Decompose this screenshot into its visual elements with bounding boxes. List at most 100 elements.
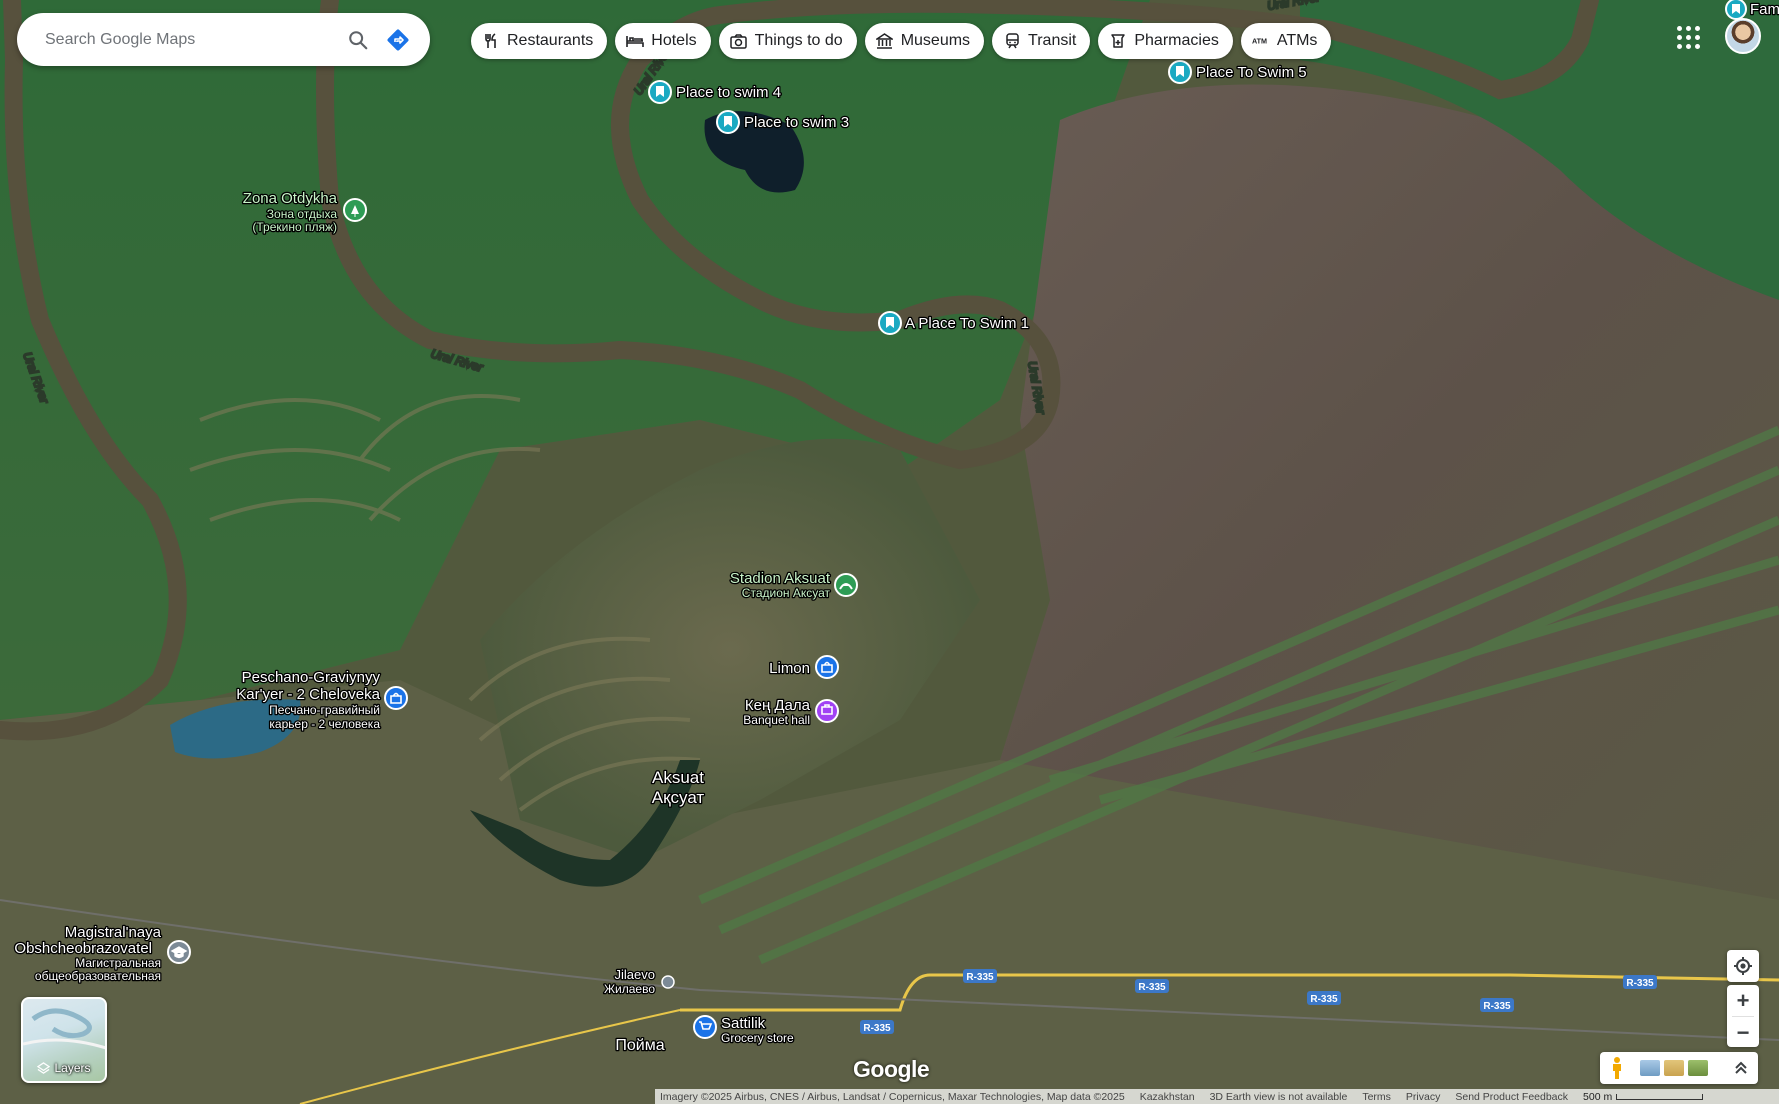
svg-text:Sattilik: Sattilik [721, 1015, 766, 1032]
svg-text:Obshcheobrazovatel: Obshcheobrazovatel [14, 940, 152, 957]
layers-icon [37, 1061, 51, 1074]
apps-grid-icon [1677, 26, 1682, 31]
place-marker-keng-dala[interactable]: Кең Дала Banquet hall [742, 696, 839, 728]
camera-icon [730, 32, 748, 50]
chip-label: Things to do [754, 32, 843, 49]
svg-text:R-335: R-335 [1626, 978, 1654, 989]
svg-text:Кең Дала: Кең Дала [745, 697, 811, 714]
town-label-poyma: Пойма [615, 1037, 664, 1054]
svg-text:R-335: R-335 [1483, 1001, 1511, 1012]
apps-grid-dot [1686, 26, 1691, 31]
chip-label: Restaurants [507, 32, 594, 49]
zoom-controls: + − [1727, 985, 1759, 1047]
chip-hotels[interactable]: Hotels [615, 23, 711, 59]
imagery-thumbnail-green[interactable] [1688, 1060, 1708, 1076]
scale-indicator[interactable]: 500 m [1583, 1090, 1704, 1103]
search-button[interactable] [338, 20, 378, 60]
svg-text:Place to swim 3: Place to swim 3 [744, 114, 849, 131]
svg-text:A Place To Swim 1: A Place To Swim 1 [905, 315, 1029, 332]
apps-grid-dot [1695, 44, 1700, 49]
account-avatar[interactable] [1725, 18, 1761, 54]
svg-text:R-335: R-335 [1138, 982, 1166, 993]
chip-atms[interactable]: ATM ATMs [1240, 23, 1332, 59]
crosshair-icon [1734, 957, 1752, 975]
apps-grid-dot [1677, 44, 1682, 49]
my-location-button[interactable] [1727, 950, 1759, 982]
terms-link[interactable]: Terms [1362, 1091, 1391, 1103]
country-label: Kazakhstan [1139, 1090, 1195, 1103]
google-logo: Google [853, 1056, 930, 1082]
svg-text:Песчано-гравийный: Песчано-гравийный [269, 703, 380, 717]
svg-text:R-335: R-335 [1310, 994, 1338, 1005]
chip-things-to-do[interactable]: Things to do [718, 23, 857, 59]
svg-text:Jilaevo: Jilaevo [615, 967, 655, 982]
svg-text:общеобразовательная: общеобразовательная [35, 969, 161, 983]
road-shield: R-335 [1135, 979, 1169, 993]
layers-label: Layers [54, 1061, 91, 1075]
place-marker-fam[interactable]: Fam [1725, 0, 1779, 20]
chip-label: Museums [900, 32, 971, 49]
road-shield: R-335 [1480, 998, 1514, 1012]
directions-button[interactable] [378, 20, 418, 60]
svg-text:Stadion Aksuat: Stadion Aksuat [730, 570, 831, 587]
svg-text:Магистральная: Магистральная [75, 956, 161, 970]
town-label-aksuat: Aksuat [652, 768, 704, 787]
svg-text:Magistral'naya: Magistral'naya [65, 924, 162, 941]
chip-transit[interactable]: Transit [992, 23, 1091, 59]
street-view-bar [1600, 1052, 1758, 1084]
layers-thumbnail-map [23, 1008, 105, 1050]
scale-bar [1616, 1093, 1704, 1100]
town-label-aksuat-kz: Ақсуат [652, 788, 705, 807]
pharmacy-icon [1109, 32, 1127, 50]
place-marker-swim-3[interactable]: Place to swim 3 [716, 110, 850, 134]
place-marker-swim-4[interactable]: Place to swim 4 [648, 80, 782, 104]
layers-label-row: Layers [23, 1061, 105, 1075]
search-input[interactable] [43, 29, 338, 50]
atm-icon: ATM [1252, 32, 1270, 50]
category-chips: Restaurants Hotels Things to do Museums … [471, 23, 1332, 59]
svg-text:Limon: Limon [769, 660, 810, 677]
attribution-bar: Imagery ©2025 Airbus, CNES / Airbus, Lan… [655, 1089, 1779, 1104]
layers-button[interactable]: Layers [21, 997, 107, 1083]
svg-text:Fam: Fam [1750, 1, 1779, 18]
earth-view-notice: 3D Earth view is not available [1209, 1090, 1348, 1103]
svg-text:Жилаево: Жилаево [604, 982, 655, 996]
svg-text:Стадион Аксуат: Стадион Аксуат [742, 586, 831, 600]
svg-text:Grocery store: Grocery store [721, 1031, 794, 1045]
road-shield: R-335 [1623, 975, 1657, 989]
chip-label: ATMs [1276, 32, 1318, 49]
chip-restaurants[interactable]: Restaurants [471, 23, 608, 59]
expand-up-icon[interactable] [1730, 1058, 1752, 1078]
place-marker-limon[interactable]: Limon [768, 655, 839, 679]
road-shield: R-335 [860, 1020, 894, 1034]
apps-grid-dot [1695, 26, 1700, 31]
road-shield: R-335 [963, 969, 997, 983]
zoom-out-button[interactable]: − [1727, 1017, 1759, 1048]
chip-museums[interactable]: Museums [864, 23, 985, 59]
apps-grid-dot [1677, 35, 1682, 40]
chip-pharmacies[interactable]: Pharmacies [1098, 23, 1233, 59]
svg-text:ATM: ATM [1252, 37, 1267, 46]
search-icon [349, 30, 368, 49]
svg-text:Зона отдыха: Зона отдыха [267, 207, 338, 221]
pegman-icon[interactable] [1606, 1056, 1628, 1080]
train-icon [1003, 32, 1021, 50]
apps-grid-dot [1686, 35, 1691, 40]
zoom-in-button[interactable]: + [1727, 985, 1759, 1016]
privacy-link[interactable]: Privacy [1406, 1091, 1440, 1103]
svg-text:Banquet hall: Banquet hall [743, 713, 810, 727]
feedback-link[interactable]: Send Product Feedback [1455, 1091, 1568, 1103]
scale-label: 500 m [1583, 1090, 1613, 1103]
imagery-thumbnail-sand[interactable] [1664, 1060, 1684, 1076]
chip-label: Transit [1028, 32, 1077, 49]
satellite-map[interactable]: R-335 R-335 R-335 R-335 R-335 R-335 Ural… [0, 0, 1779, 1104]
svg-text:Kar'yer - 2 Cheloveka: Kar'yer - 2 Cheloveka [236, 686, 380, 703]
museum-icon [876, 32, 894, 50]
road-shield: R-335 [1307, 991, 1341, 1005]
google-apps-button[interactable] [1675, 24, 1701, 50]
fork-knife-icon [482, 32, 500, 50]
chip-label: Hotels [651, 32, 697, 49]
imagery-thumbnail-blue[interactable] [1640, 1060, 1660, 1076]
search-box [17, 13, 430, 66]
svg-text:(Трекино пляж): (Трекино пляж) [252, 220, 337, 234]
